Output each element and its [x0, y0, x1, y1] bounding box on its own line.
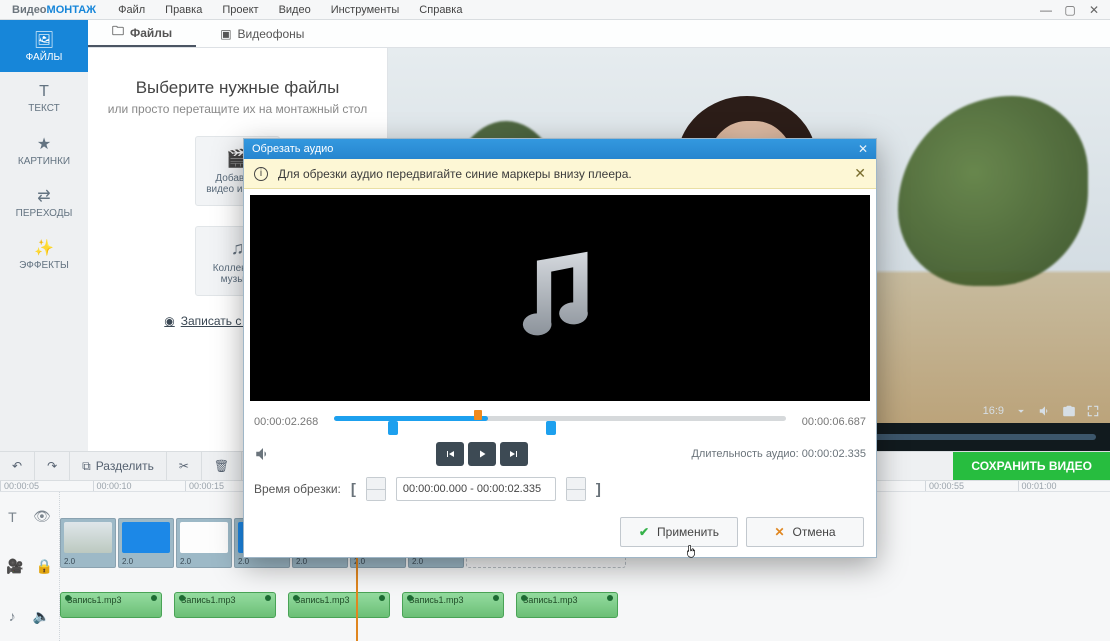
- time-end: 00:00:06.687: [796, 416, 866, 428]
- duration-label: Длительность аудио: 00:00:02.335: [691, 448, 866, 460]
- hint-close-icon[interactable]: ✕: [854, 165, 866, 182]
- window-maximize-icon[interactable]: ▢: [1060, 3, 1080, 17]
- chevron-down-icon[interactable]: [1014, 404, 1028, 418]
- preview-controls: 16:9: [973, 399, 1110, 423]
- nav-effects[interactable]: ✨ЭФФЕКТЫ: [0, 228, 88, 280]
- menu-edit[interactable]: Правка: [155, 4, 212, 16]
- scissors-icon: ✂: [179, 459, 189, 473]
- video-track-icon[interactable]: 🎥: [6, 558, 23, 575]
- lock-icon[interactable]: 🔒: [36, 558, 53, 575]
- transition-icon: ⇄: [37, 186, 50, 206]
- star-icon: ★: [37, 134, 51, 154]
- split-button[interactable]: ⧉Разделить: [70, 452, 167, 480]
- delete-button[interactable]: 🗑: [202, 452, 242, 480]
- apply-button[interactable]: ✔ Применить: [620, 517, 738, 547]
- menu-video[interactable]: Видео: [269, 4, 321, 16]
- nav-transitions[interactable]: ⇄ПЕРЕХОДЫ: [0, 176, 88, 228]
- undo-icon: ↶: [12, 459, 22, 473]
- next-button[interactable]: [500, 442, 528, 466]
- menubar: ВидеоМОНТАЖ Файл Правка Проект Видео Инс…: [0, 0, 1110, 20]
- tab-videophones[interactable]: ▣Видеофоны: [196, 20, 328, 47]
- playhead-handle[interactable]: [474, 410, 482, 420]
- tab-files[interactable]: 🗀Файлы: [88, 20, 196, 47]
- audio-track[interactable]: Запись1.mp3 Запись1.mp3 Запись1.mp3 Запи…: [60, 592, 1110, 620]
- redo-button[interactable]: ↷: [35, 452, 70, 480]
- menu-tools[interactable]: Инструменты: [321, 4, 410, 16]
- trim-end-handle[interactable]: [546, 421, 556, 435]
- prev-button[interactable]: [436, 442, 464, 466]
- filepanel-title: Выберите нужные файлы: [136, 78, 340, 98]
- video-clip[interactable]: 2.0: [60, 518, 116, 568]
- video-clip[interactable]: 2.0: [176, 518, 232, 568]
- secondary-tabs: 🗀Файлы ▣Видеофоны: [88, 20, 1110, 48]
- trash-icon: 🗑: [214, 459, 229, 473]
- audio-seek[interactable]: [334, 412, 786, 432]
- undo-button[interactable]: ↶: [0, 452, 35, 480]
- mute-icon[interactable]: 🔈: [33, 608, 50, 625]
- trim-start-handle[interactable]: [388, 421, 398, 435]
- redo-icon: ↷: [47, 459, 57, 473]
- video-clip[interactable]: 2.0: [118, 518, 174, 568]
- volume-icon[interactable]: [254, 445, 272, 463]
- close-icon: ✕: [774, 525, 784, 539]
- menu-project[interactable]: Проект: [212, 4, 268, 16]
- window-minimize-icon[interactable]: —: [1036, 3, 1056, 17]
- dialog-close-icon[interactable]: ✕: [858, 142, 868, 156]
- trim-range-input[interactable]: [396, 477, 556, 501]
- cancel-button[interactable]: ✕ Отмена: [746, 517, 864, 547]
- info-icon: i: [254, 167, 268, 181]
- text-icon: T: [39, 83, 49, 101]
- audio-clip[interactable]: Запись1.mp3: [288, 592, 390, 618]
- cut-button[interactable]: ✂: [167, 452, 202, 480]
- left-nav: 🖼ФАЙЛЫ TТЕКСТ ★КАРТИНКИ ⇄ПЕРЕХОДЫ ✨ЭФФЕК…: [0, 20, 88, 451]
- sparkle-icon: ✨: [34, 238, 54, 258]
- filepanel-subtitle: или просто перетащите их на монтажный ст…: [108, 102, 367, 116]
- trim-label: Время обрезки:: [254, 482, 341, 496]
- split-icon: ⧉: [82, 459, 91, 474]
- hint-text: Для обрезки аудио передвигайте синие мар…: [278, 167, 632, 181]
- aspect-ratio-label[interactable]: 16:9: [983, 405, 1004, 417]
- fullscreen-icon[interactable]: [1086, 404, 1100, 418]
- audio-preview: [250, 195, 870, 401]
- image-icon: 🖼: [34, 30, 54, 50]
- app-brand: ВидеоМОНТАЖ: [0, 4, 108, 16]
- save-video-button[interactable]: СОХРАНИТЬ ВИДЕО: [953, 452, 1110, 480]
- time-start: 00:00:02.268: [254, 416, 324, 428]
- audio-clip[interactable]: Запись1.mp3: [60, 592, 162, 618]
- menu-file[interactable]: Файл: [108, 4, 155, 16]
- dialog-hint: i Для обрезки аудио передвигайте синие м…: [244, 159, 876, 189]
- dialog-titlebar[interactable]: Обрезать аудио ✕: [244, 139, 876, 159]
- nav-pictures[interactable]: ★КАРТИНКИ: [0, 124, 88, 176]
- bracket-open-icon[interactable]: [: [351, 481, 356, 498]
- music-note-icon: [505, 243, 615, 353]
- nav-text[interactable]: TТЕКСТ: [0, 72, 88, 124]
- audio-clip[interactable]: Запись1.mp3: [516, 592, 618, 618]
- play-button[interactable]: [468, 442, 496, 466]
- record-icon: ◉: [164, 314, 174, 328]
- trim-end-stepper[interactable]: [566, 477, 586, 501]
- folder-icon: 🗀: [112, 22, 124, 43]
- dialog-title: Обрезать аудио: [252, 143, 333, 155]
- audio-clip[interactable]: Запись1.mp3: [402, 592, 504, 618]
- menu-help[interactable]: Справка: [409, 4, 472, 16]
- audio-track-icon[interactable]: ♪: [9, 608, 16, 624]
- check-icon: ✔: [639, 525, 649, 539]
- nav-files[interactable]: 🖼ФАЙЛЫ: [0, 20, 88, 72]
- volume-icon[interactable]: [1038, 404, 1052, 418]
- video-icon: ▣: [220, 27, 231, 41]
- audio-clip[interactable]: Запись1.mp3: [174, 592, 276, 618]
- trim-audio-dialog: Обрезать аудио ✕ i Для обрезки аудио пер…: [243, 138, 877, 558]
- camera-icon[interactable]: [1062, 404, 1076, 418]
- visibility-icon[interactable]: 👁: [33, 508, 51, 525]
- text-track-icon[interactable]: T: [8, 509, 17, 525]
- bracket-close-icon[interactable]: ]: [596, 481, 601, 498]
- window-close-icon[interactable]: ✕: [1084, 3, 1104, 17]
- trim-start-stepper[interactable]: [366, 477, 386, 501]
